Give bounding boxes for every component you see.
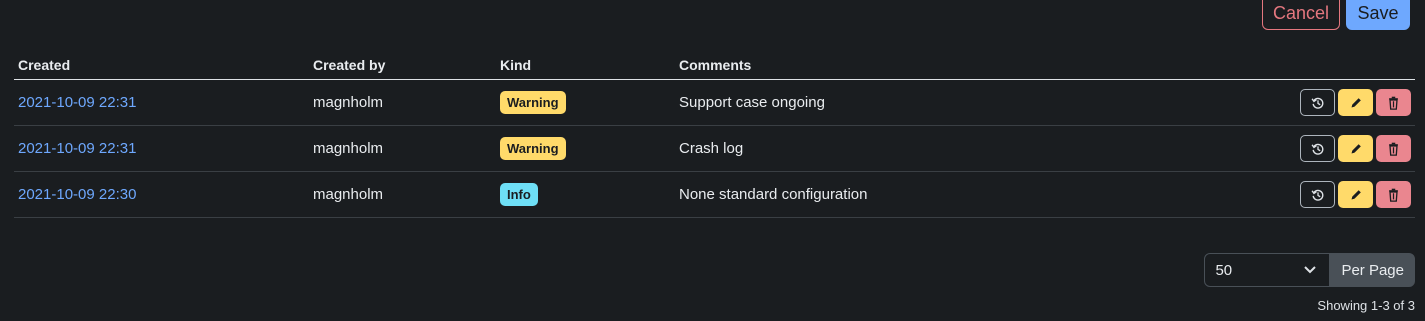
delete-button[interactable]: [1376, 181, 1411, 208]
table-header-row: Created Created by Kind Comments: [14, 52, 1415, 80]
history-icon: [1311, 96, 1325, 110]
edit-button[interactable]: [1338, 135, 1373, 162]
header-comments[interactable]: Comments: [675, 52, 1132, 80]
table-row: 2021-10-09 22:30 magnholm Info None standar…: [14, 171, 1415, 218]
row-kind-cell: Warning: [496, 79, 675, 126]
row-comment: Support case ongoing: [675, 79, 1132, 126]
delete-button[interactable]: [1376, 89, 1411, 116]
row-actions: [1131, 79, 1415, 126]
table-row: 2021-10-09 22:31 magnholm Warning Support c…: [14, 79, 1415, 126]
kind-badge: Warning: [500, 91, 566, 114]
table-row: 2021-10-09 22:31 magnholm Warning Crash log: [14, 125, 1415, 172]
history-icon: [1311, 142, 1325, 156]
row-actions: [1131, 125, 1415, 172]
save-button[interactable]: Save: [1346, 0, 1410, 30]
history-button[interactable]: [1300, 89, 1335, 116]
row-created-by: magnholm: [309, 125, 496, 172]
pagination: 50 Per Page: [1204, 253, 1415, 287]
trash-icon: [1387, 142, 1400, 156]
per-page-label: Per Page: [1330, 253, 1415, 287]
row-kind-cell: Warning: [496, 125, 675, 172]
row-created-by: magnholm: [309, 79, 496, 126]
header-created[interactable]: Created: [14, 52, 309, 80]
row-created-cell: 2021-10-09 22:31: [14, 79, 309, 126]
row-actions: [1131, 171, 1415, 218]
header-created-by[interactable]: Created by: [309, 52, 496, 80]
created-link[interactable]: 2021-10-09 22:30: [18, 186, 136, 203]
per-page-value: 50: [1215, 261, 1233, 279]
created-link[interactable]: 2021-10-09 22:31: [18, 140, 136, 157]
cancel-button[interactable]: Cancel: [1262, 0, 1340, 30]
edit-button[interactable]: [1338, 181, 1373, 208]
row-created-by: magnholm: [309, 171, 496, 218]
kind-badge: Info: [500, 183, 538, 206]
history-button[interactable]: [1300, 135, 1335, 162]
row-created-cell: 2021-10-09 22:30: [14, 171, 309, 218]
showing-count: Showing 1-3 of 3: [1317, 298, 1415, 313]
kind-badge: Warning: [500, 137, 566, 160]
chevron-down-icon: [1303, 262, 1317, 279]
edit-button[interactable]: [1338, 89, 1373, 116]
row-created-cell: 2021-10-09 22:31: [14, 125, 309, 172]
pencil-icon: [1349, 188, 1363, 202]
history-icon: [1311, 188, 1325, 202]
history-button[interactable]: [1300, 181, 1335, 208]
header-actions: [1131, 52, 1415, 80]
per-page-select[interactable]: 50: [1204, 253, 1331, 287]
trash-icon: [1387, 96, 1400, 110]
row-comment: Crash log: [675, 125, 1132, 172]
form-actions: Cancel Save: [1262, 0, 1410, 30]
pencil-icon: [1349, 96, 1363, 110]
trash-icon: [1387, 188, 1400, 202]
row-kind-cell: Info: [496, 171, 675, 218]
notes-table: Created Created by Kind Comments 2021-10…: [14, 52, 1415, 218]
delete-button[interactable]: [1376, 135, 1411, 162]
row-comment: None standard configuration: [675, 171, 1132, 218]
created-link[interactable]: 2021-10-09 22:31: [18, 94, 136, 111]
pencil-icon: [1349, 142, 1363, 156]
header-kind[interactable]: Kind: [496, 52, 675, 80]
